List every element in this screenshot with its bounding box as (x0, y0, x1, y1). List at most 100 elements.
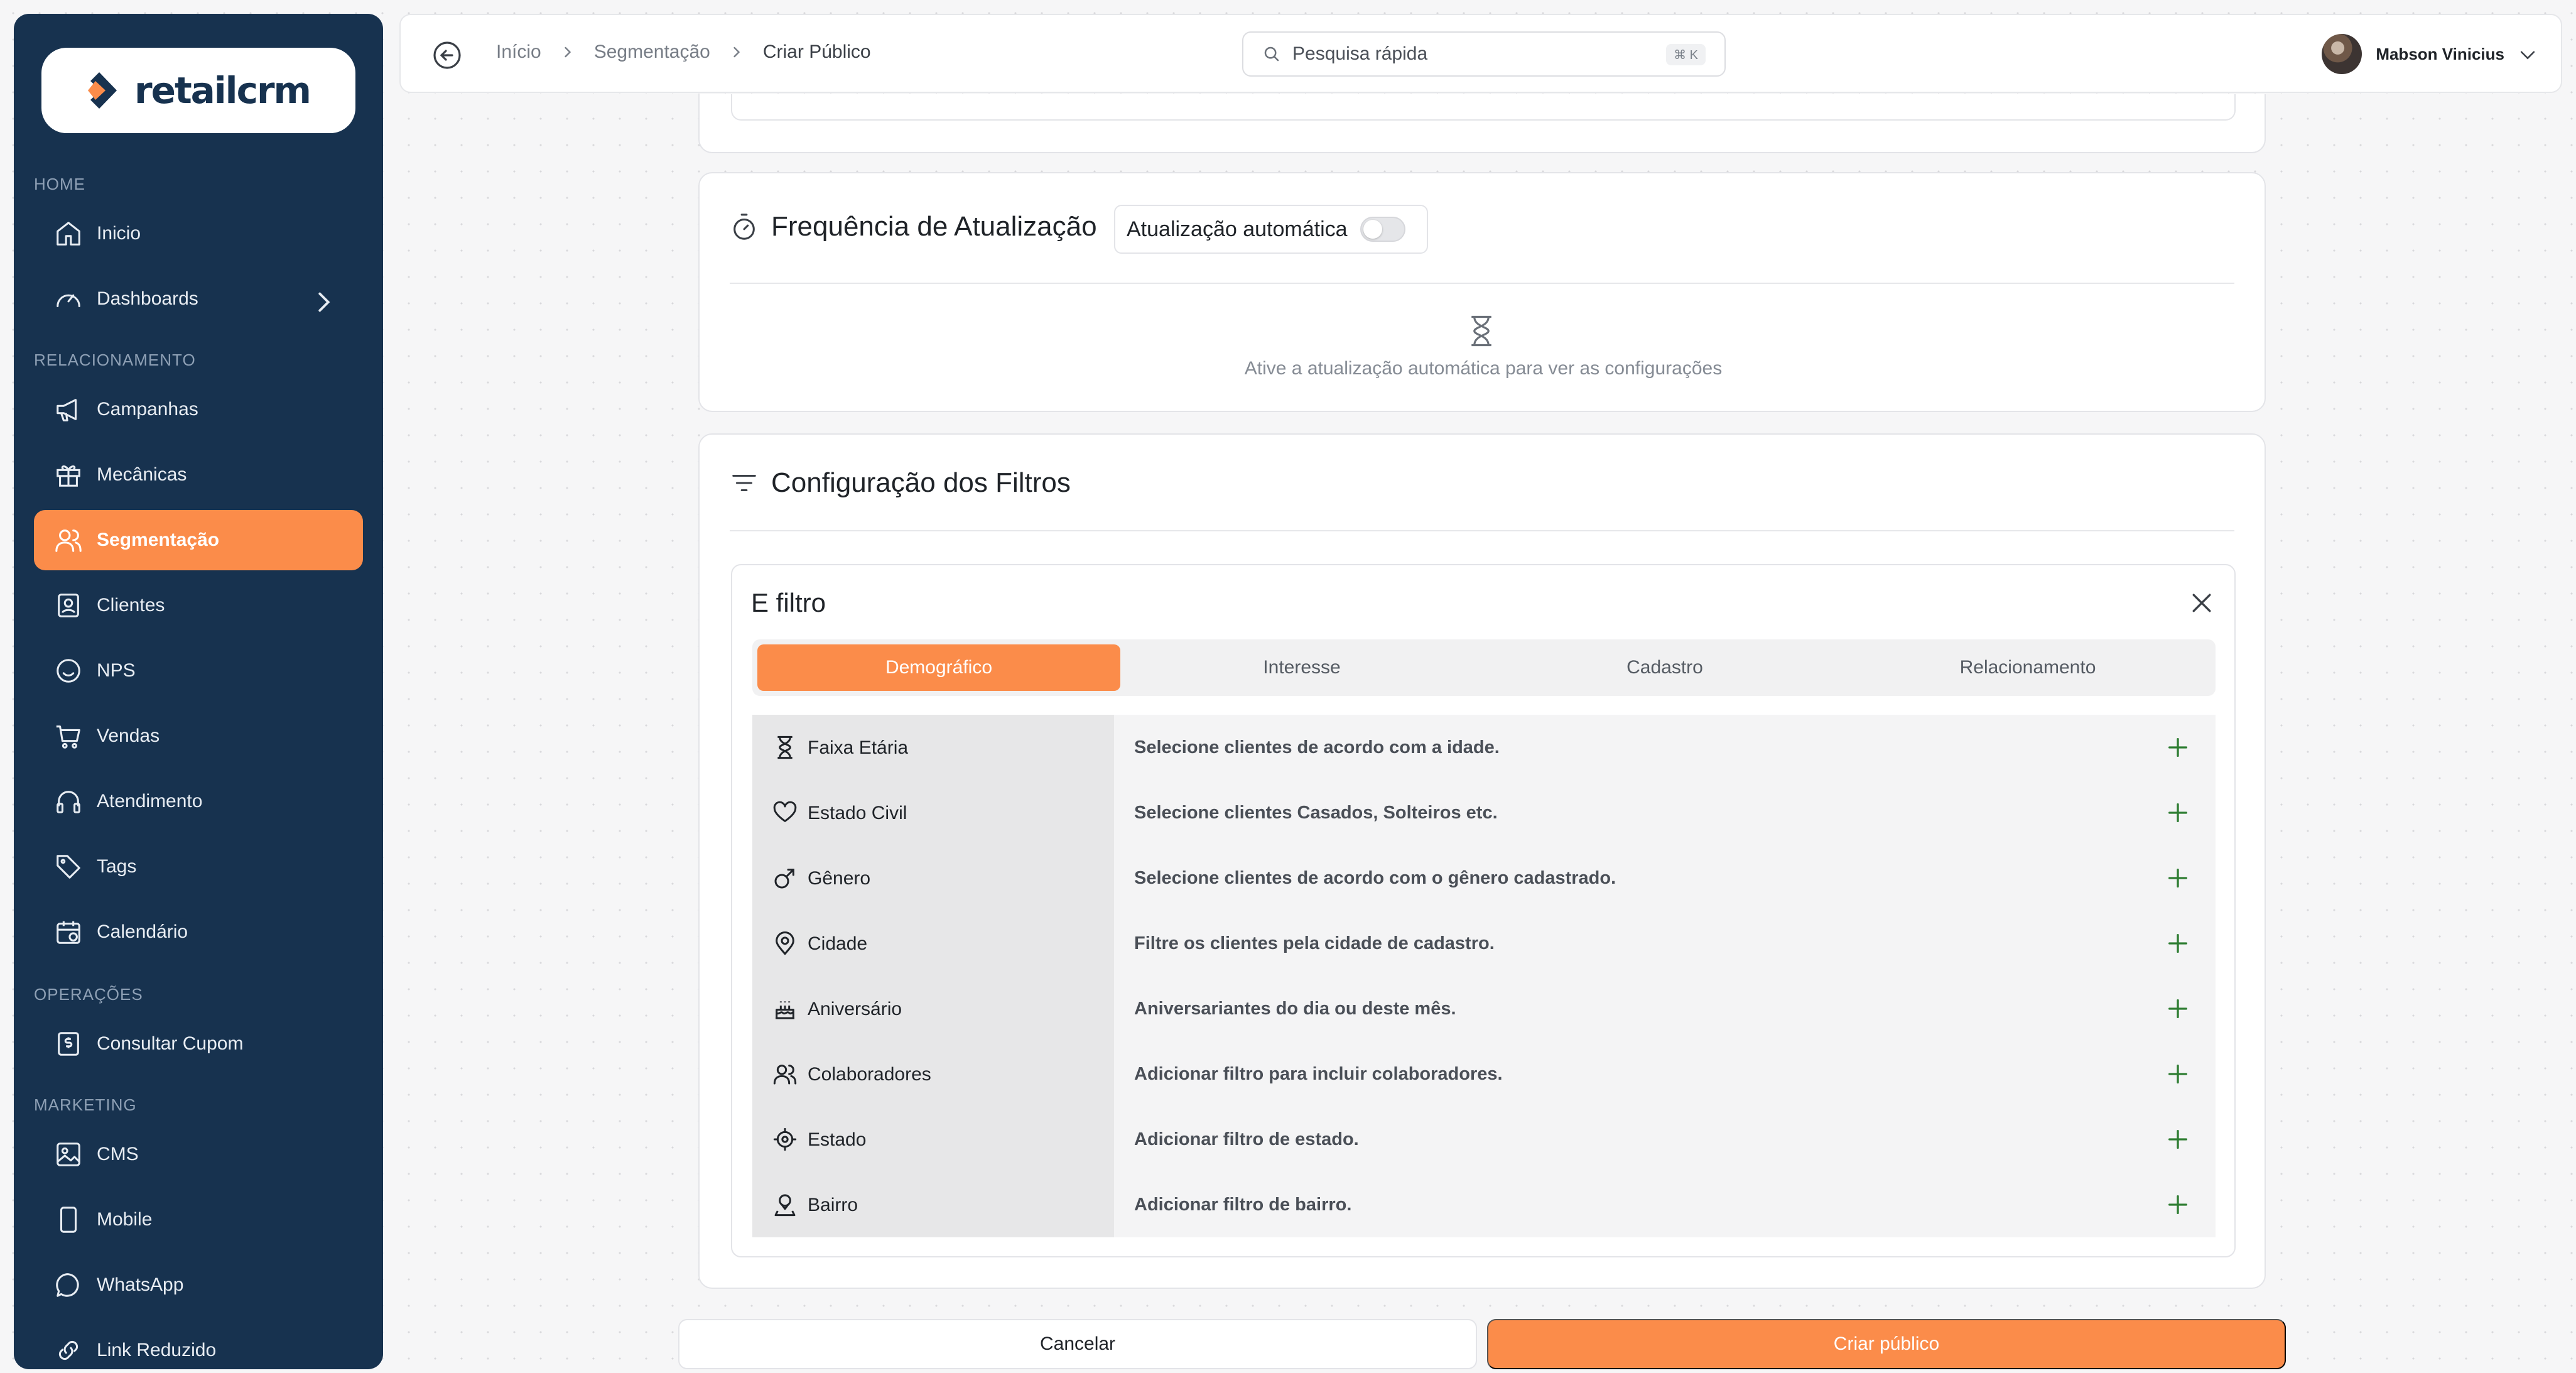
avatar (2322, 34, 2362, 74)
plus-icon[interactable] (2165, 800, 2190, 825)
auto-update-switch[interactable] (1360, 217, 1405, 242)
filter-description: Selecione clientes Casados, Solteiros et… (1134, 803, 1498, 823)
filter-description: Aniversariantes do dia ou deste mês. (1134, 999, 1456, 1019)
sidebar-item-segmentacao[interactable]: Segmentação (34, 510, 363, 570)
back-arrow-icon[interactable] (432, 40, 462, 70)
quick-search-input[interactable]: Pesquisa rápida ⌘ K (1242, 31, 1726, 77)
sidebar-item-label: Consultar Cupom (97, 1033, 244, 1054)
auto-update-toggle[interactable]: Atualização automática (1114, 205, 1428, 254)
sidebar-item-cms[interactable]: CMS (34, 1124, 363, 1185)
tab-interesse[interactable]: Interesse (1120, 644, 1483, 691)
receipt-icon (58, 1032, 79, 1056)
filter-label: Cidade (808, 933, 868, 954)
sidebar-item-label: WhatsApp (97, 1274, 184, 1295)
close-icon[interactable] (2188, 589, 2216, 617)
plus-icon[interactable] (2165, 931, 2190, 956)
sidebar-item-label: CMS (97, 1144, 139, 1164)
plus-icon[interactable] (2165, 735, 2190, 760)
plus-icon[interactable] (2165, 996, 2190, 1021)
filter-label: Estado Civil (808, 803, 907, 823)
sidebar-item-calendario[interactable]: Calendário (34, 902, 363, 962)
map-pin-icon (776, 931, 794, 955)
cake-icon (776, 1001, 794, 1019)
sidebar-item-mecanicas[interactable]: Mecânicas (34, 445, 363, 505)
create-audience-button[interactable]: Criar público (1487, 1319, 2286, 1369)
filter-description: Selecione clientes de acordo com o gêner… (1134, 868, 1616, 888)
cancel-button[interactable]: Cancelar (678, 1319, 1477, 1369)
search-icon (1264, 46, 1279, 62)
gauge-icon (57, 294, 80, 308)
sidebar-item-whatsapp[interactable]: WhatsApp (34, 1255, 363, 1315)
filter-row-colaboradores[interactable]: Colaboradores Adicionar filtro para incl… (752, 1041, 2216, 1107)
chevron-down-icon[interactable] (2517, 44, 2538, 65)
filters-config-title: Configuração dos Filtros (730, 467, 1071, 499)
sidebar-item-tags[interactable]: Tags (34, 837, 363, 897)
sidebar-item-link-reduzido[interactable]: Link Reduzido (34, 1320, 363, 1369)
smile-icon (57, 659, 80, 683)
filter-lines-icon (732, 474, 756, 492)
chevron-right-icon (733, 46, 740, 58)
retailcrm-logo-icon (88, 72, 117, 109)
filter-row-estado-civil[interactable]: Estado Civil Selecione clientes Casados,… (752, 780, 2216, 845)
filter-row-faixa-etaria[interactable]: Faixa Etária Selecione clientes de acord… (752, 715, 2216, 780)
filter-group-box: E filtro Demográfico Interesse Cadastro … (731, 564, 2236, 1257)
heart-icon (773, 801, 797, 822)
previous-section-field (731, 94, 2236, 121)
sidebar-item-inicio[interactable]: Inicio (34, 204, 363, 264)
plus-icon[interactable] (2165, 1192, 2190, 1217)
contact-icon (58, 594, 79, 617)
filter-options-list: Faixa Etária Selecione clientes de acord… (752, 715, 2216, 1237)
users-icon (55, 529, 82, 552)
sidebar-item-label: Atendimento (97, 791, 203, 811)
sidebar-item-campanhas[interactable]: Campanhas (34, 379, 363, 440)
user-menu[interactable]: Mabson Vinicius (2322, 34, 2504, 74)
tab-cadastro[interactable]: Cadastro (1483, 644, 1846, 691)
sidebar-item-dashboards[interactable]: Dashboards (34, 269, 363, 329)
hourglass-icon (1471, 315, 1491, 347)
map-person-icon (774, 1194, 796, 1217)
filter-row-aniversario[interactable]: Aniversário Aniversariantes do dia ou de… (752, 976, 2216, 1041)
sidebar-item-label: Mecânicas (97, 464, 187, 485)
sidebar-item-label: Mobile (97, 1209, 153, 1230)
filter-label: Aniversário (808, 999, 902, 1019)
filter-row-genero[interactable]: Gênero Selecione clientes de acordo com … (752, 845, 2216, 911)
brand-logo[interactable]: retailcrm (41, 48, 355, 133)
sidebar-item-atendimento[interactable]: Atendimento (34, 771, 363, 832)
filter-row-estado[interactable]: Estado Adicionar filtro de estado. (752, 1107, 2216, 1172)
link-icon (58, 1340, 78, 1360)
filter-description: Selecione clientes de acordo com a idade… (1134, 737, 1500, 757)
tag-icon (57, 855, 80, 879)
divider (730, 283, 2234, 284)
sidebar-item-consultar-cupom[interactable]: Consultar Cupom (34, 1014, 363, 1074)
smartphone-icon (60, 1207, 77, 1233)
sidebar-item-nps[interactable]: NPS (34, 641, 363, 701)
sidebar-item-mobile[interactable]: Mobile (34, 1190, 363, 1250)
headset-icon (57, 791, 80, 813)
home-icon (57, 222, 80, 246)
filter-row-bairro[interactable]: Bairro Adicionar filtro de bairro. (752, 1172, 2216, 1237)
filter-description: Adicionar filtro para incluir colaborado… (1134, 1064, 1503, 1084)
sidebar-item-vendas[interactable]: Vendas (34, 706, 363, 766)
breadcrumb-item-inicio[interactable]: Início (496, 41, 541, 63)
sidebar-item-label: Inicio (97, 223, 141, 244)
plus-icon[interactable] (2165, 866, 2190, 891)
filter-description: Filtre os clientes pela cidade de cadast… (1134, 933, 1495, 953)
plus-icon[interactable] (2165, 1061, 2190, 1087)
chat-icon (56, 1273, 79, 1297)
filter-label: Colaboradores (808, 1064, 931, 1085)
breadcrumb-item-current: Criar Público (762, 41, 871, 62)
gender-icon (774, 869, 794, 889)
filter-group-title: E filtro (751, 588, 826, 617)
filter-row-cidade[interactable]: Cidade Filtre os clientes pela cidade de… (752, 911, 2216, 976)
breadcrumb-item-segmentacao[interactable]: Segmentação (594, 41, 710, 63)
tab-relacionamento[interactable]: Relacionamento (1846, 644, 2209, 691)
sidebar-item-label: Link Reduzido (97, 1340, 217, 1360)
cart-icon (56, 725, 80, 749)
filter-label: Estado (808, 1129, 867, 1150)
tab-demografico[interactable]: Demográfico (757, 644, 1120, 691)
users-icon (773, 1065, 797, 1085)
plus-icon[interactable] (2165, 1127, 2190, 1152)
section-label-relacionamento: RELACIONAMENTO (34, 350, 196, 369)
sidebar-item-clientes[interactable]: Clientes (34, 575, 363, 636)
chevron-right-icon (318, 292, 330, 312)
